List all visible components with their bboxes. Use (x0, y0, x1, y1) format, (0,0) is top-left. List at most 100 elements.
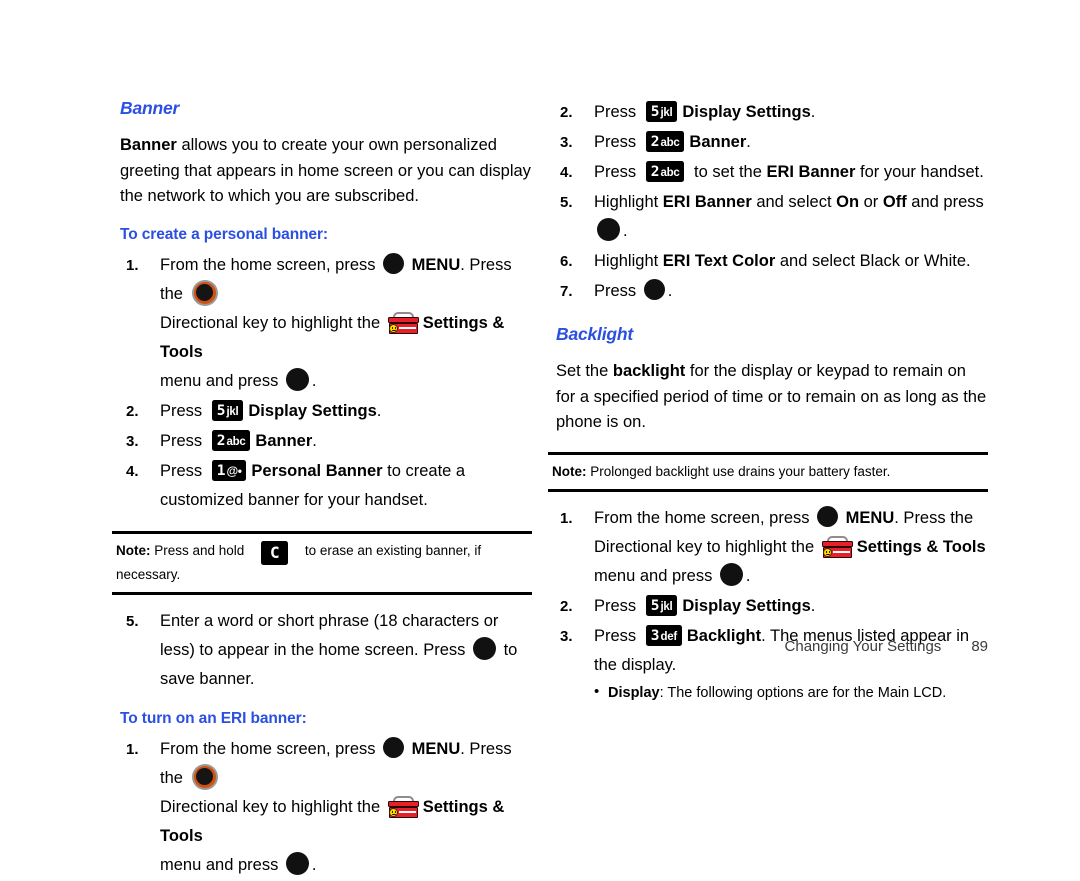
bullet-lead: Display (608, 684, 660, 701)
key-digit: 5 (650, 597, 660, 614)
key-letters: jkl (226, 405, 239, 418)
step-text-2: and select Black or White. (775, 252, 971, 270)
steps-turn-on-eri-banner: 1. From the home screen, press MENU. Pres… (112, 735, 532, 880)
key-digit: 5 (650, 104, 660, 120)
bullet-display-option: Display: The following options are for t… (594, 680, 988, 705)
step-text-2: . (810, 596, 816, 615)
subheading-create-personal-banner: To create a personal banner: (120, 225, 328, 243)
note-box-erase-banner: Note: Press and hold C to erase an exist… (112, 530, 532, 595)
step-text: Press (160, 461, 207, 480)
note-box-backlight-battery: Note: Prolonged backlight use drains you… (548, 451, 988, 492)
note-label: Note: (552, 463, 587, 479)
step-number: 6. (560, 253, 573, 270)
menu-label: MENU (841, 508, 895, 527)
note-label: Note: (116, 542, 151, 558)
key-letters: @• (226, 463, 242, 478)
step-text-5: . (623, 222, 628, 240)
key-digit: 2 (216, 432, 226, 449)
key-digit: 5 (216, 402, 226, 419)
key-digit: C (269, 542, 280, 562)
eri-text-color-label: ERI Text Color (662, 252, 776, 270)
ok-key-icon (597, 218, 620, 241)
key-digit: 2 (650, 164, 660, 180)
menu-item-label: Personal Banner (251, 461, 383, 480)
step-item: 2. Press 5 jkl Display Settings. (548, 592, 988, 621)
step-item: 2. Press 5 jkl Display Settings. (112, 397, 532, 426)
step-number: 3. (126, 432, 139, 450)
phone-key-2-abc: 2 abc (645, 131, 685, 152)
step-number: 7. (560, 283, 573, 300)
step-text-2: to set the (689, 163, 767, 181)
step-number: 1. (126, 256, 139, 274)
backlight-intro-paragraph: Set the backlight for the display or key… (556, 359, 988, 436)
phone-key-5-jkl: 5 jkl (211, 399, 244, 421)
step-text-4: menu and press (594, 566, 717, 585)
step-number: 4. (126, 462, 139, 480)
step-item: 3. Press 2 abc Banner. (548, 128, 988, 157)
step-item: 4. Press 2 abc to set the ERI Banner for y… (548, 158, 988, 187)
settings-tools-toolbox-icon (821, 535, 853, 558)
step-text: From the home screen, press (160, 255, 381, 274)
menu-item-label: Display Settings (248, 401, 377, 420)
phone-key-1: 1 @• (211, 459, 247, 481)
step-number: 1. (126, 740, 139, 758)
option-off-label: Off (882, 193, 907, 211)
phone-key-5-jkl: 5 jkl (645, 101, 678, 122)
section-heading-backlight: Backlight (556, 324, 633, 344)
step-text-4: and press (906, 193, 984, 211)
step-number: 2. (126, 402, 139, 420)
page-footer: Changing Your Settings 89 (548, 638, 988, 655)
phone-key-2-abc: 2 abc (645, 161, 685, 182)
step-text: Press (594, 133, 641, 151)
key-digit: 1 (216, 462, 226, 479)
step-item: 2. Press 5 jkl Display Settings. (548, 98, 988, 127)
step-item: 6. Highlight ERI Text Color and select Bl… (548, 247, 988, 276)
menu-item-label: Display Settings (682, 103, 811, 121)
settings-tools-toolbox-icon (387, 311, 419, 334)
step-number: 3. (560, 134, 573, 151)
step-text-4: menu and press (160, 371, 283, 390)
step-text-2: . (810, 103, 816, 121)
key-letters: abc (226, 435, 246, 448)
footer-page-number: 89 (971, 638, 988, 655)
step-item: 5. Highlight ERI Banner and select On or … (548, 188, 988, 246)
key-letters: jkl (660, 107, 673, 119)
phone-key-clear-wrap: C (256, 540, 293, 565)
banner-intro-lead: Banner (120, 136, 177, 154)
menu-item-label: Banner (689, 133, 747, 151)
step-text-2: . Press the (894, 508, 974, 527)
key-letters: jkl (660, 600, 673, 613)
note-text: Prolonged backlight use drains your batt… (586, 463, 891, 479)
ok-key-icon (383, 252, 405, 274)
backlight-keyword: backlight (612, 362, 686, 380)
settings-tools-toolbox-icon (387, 795, 419, 818)
step-number: 5. (126, 612, 139, 630)
steps-save-banner: 5. Enter a word or short phrase (18 chara… (112, 607, 532, 694)
step-number: 2. (560, 597, 573, 615)
step-text: From the home screen, press (594, 508, 815, 527)
ok-key-icon (383, 736, 405, 758)
step-text-5: . (311, 855, 317, 874)
manual-page: Banner Banner allows you to create your … (0, 0, 1080, 875)
ok-key-icon (643, 279, 665, 300)
step-item: 4. Press 1 @• Personal Banner to create a c… (112, 457, 532, 515)
ok-key-icon (817, 505, 839, 527)
phone-key-5-jkl: 5 jkl (645, 594, 678, 616)
note-text-before: Press and hold (150, 542, 249, 558)
settings-tools-label: Settings & Tools (856, 537, 986, 556)
step-text: From the home screen, press (160, 739, 381, 758)
directional-key-icon (191, 763, 218, 790)
step-text: Press (160, 431, 207, 450)
step-text: Press (594, 282, 641, 300)
step-text-3: or (859, 193, 883, 211)
key-letters: abc (660, 167, 680, 179)
step-number: 5. (560, 194, 573, 211)
step-item: 1. From the home screen, press MENU. Pres… (112, 735, 532, 880)
banner-intro-rest: allows you to create your own personaliz… (120, 136, 531, 205)
steps-eri-banner-continued: 2. Press 5 jkl Display Settings. 3. Press 2a… (548, 98, 988, 306)
step-item: 5. Enter a word or short phrase (18 chara… (112, 607, 532, 694)
step-text-5: . (311, 371, 317, 390)
step-item: 7. Press . (548, 277, 988, 306)
step-text-2: and select (751, 193, 837, 211)
footer-section-title: Changing Your Settings (784, 638, 942, 655)
